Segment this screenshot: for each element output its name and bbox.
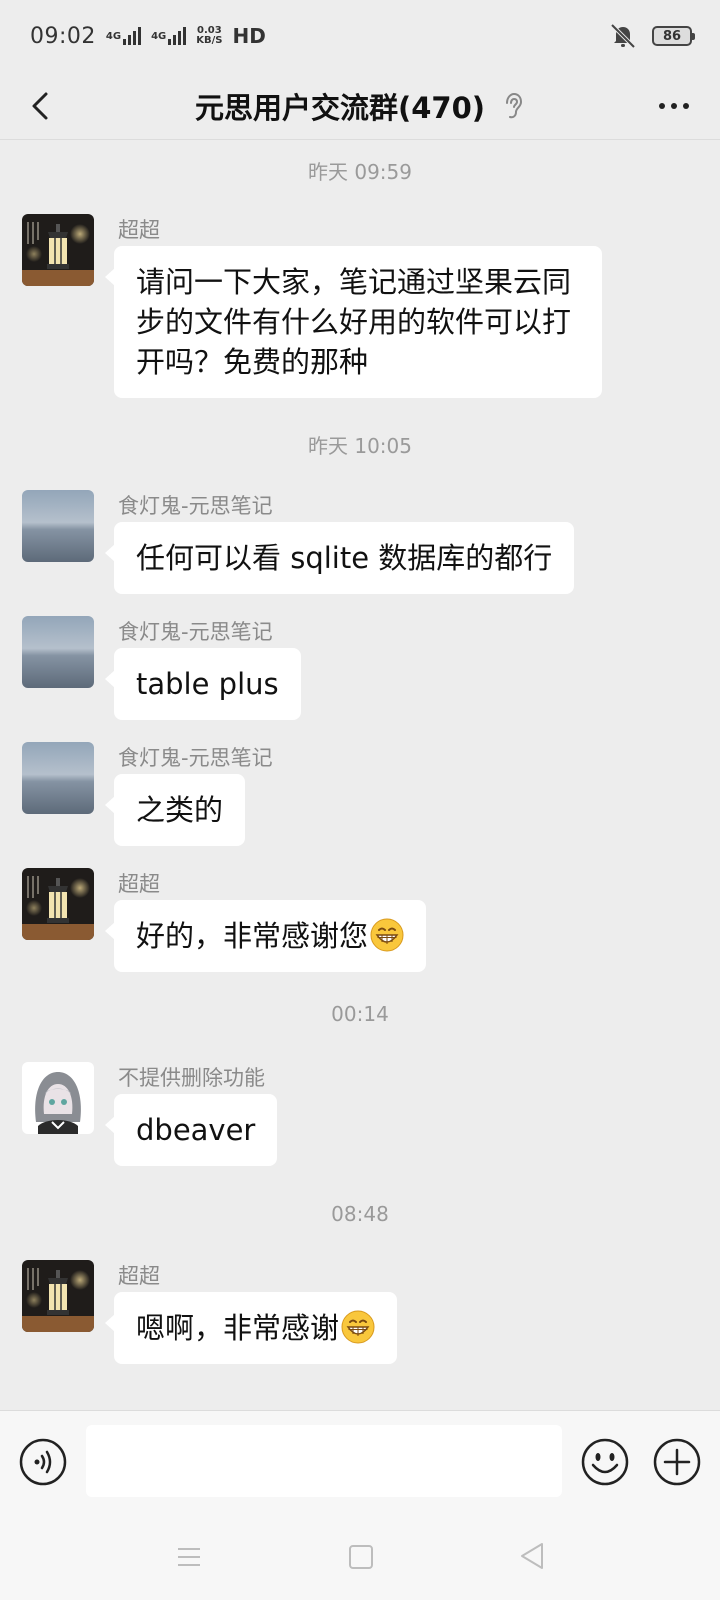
sender-name: 食灯鬼-元思笔记: [118, 494, 273, 518]
hd-label: HD: [232, 24, 266, 48]
message-text: table plus: [136, 667, 279, 701]
sender-name: 食灯鬼-元思笔记: [118, 620, 273, 644]
ear-icon: [506, 92, 523, 118]
battery-icon: 86: [652, 26, 695, 46]
timestamp: 昨天 10:05: [308, 434, 412, 458]
status-time: 09:02: [30, 23, 96, 49]
status-right: 86: [608, 21, 695, 51]
sender-name: 超超: [118, 218, 160, 242]
signal-label: 4G: [151, 30, 167, 42]
sea-avatar[interactable]: [22, 490, 94, 562]
message-bubble[interactable]: 嗯啊，非常感谢: [104, 1292, 398, 1364]
back-arrow-icon[interactable]: [22, 86, 62, 126]
group-title[interactable]: 元思用户交流群(470): [195, 85, 485, 127]
message-bubble[interactable]: 之类的: [104, 774, 246, 846]
sender-name: 不提供删除功能: [118, 1066, 265, 1090]
sender-name: 食灯鬼-元思笔记: [118, 746, 273, 770]
message-text: 嗯啊，非常感谢: [136, 1311, 340, 1345]
lantern-avatar[interactable]: [22, 1260, 94, 1332]
lantern-avatar[interactable]: [22, 868, 94, 940]
status-bar: 09:02 4G 4G 0.03 KB/S HD 86: [0, 0, 720, 72]
more-dots-icon[interactable]: [654, 86, 694, 126]
signal-icon: 4G: [151, 27, 187, 45]
timestamp: 08:48: [331, 1202, 389, 1226]
message-text: dbeaver: [136, 1113, 256, 1147]
message-bubble[interactable]: 任何可以看 sqlite 数据库的都行: [104, 522, 575, 594]
message-row: 超超 请问一下大家，笔记通过坚果云同步的文件有什么好用的软件可以打开吗？免费的那…: [22, 214, 682, 398]
message-row: 不提供删除功能 dbeaver: [22, 1062, 682, 1166]
sea-avatar[interactable]: [22, 742, 94, 814]
system-nav-bar: [0, 1516, 720, 1600]
message-text: 任何可以看 sqlite 数据库的都行: [136, 541, 553, 575]
title-wrap: 元思用户交流群(470): [195, 85, 525, 127]
emoji-icon[interactable]: [580, 1437, 630, 1487]
chat-screen: 09:02 4G 4G 0.03 KB/S HD 86 元思用户交流群(470)…: [0, 0, 720, 1600]
net-speed: 0.03 KB/S: [196, 26, 222, 46]
anime-avatar[interactable]: [22, 1062, 94, 1134]
menu-icon[interactable]: [174, 1542, 204, 1572]
message-list[interactable]: 昨天 09:59 超超 请问一下大家，笔记通过坚果云同步的文件有什么好用的软件可…: [0, 140, 720, 1410]
message-row: 食灯鬼-元思笔记 table plus: [22, 616, 682, 720]
back-triangle-icon[interactable]: [516, 1540, 548, 1572]
bell-muted-icon: [610, 23, 636, 49]
status-left: 09:02 4G 4G 0.03 KB/S HD: [30, 24, 266, 49]
message-row: 超超 好的，非常感谢您: [22, 868, 682, 972]
sender-name: 超超: [118, 872, 160, 896]
grin-emoji-icon: [341, 1310, 375, 1344]
grin-emoji-icon: [370, 918, 404, 952]
message-text: 之类的: [136, 793, 224, 827]
message-text: 好的，非常感谢您: [136, 919, 369, 953]
battery-level: 86: [662, 28, 682, 44]
voice-icon[interactable]: [18, 1437, 68, 1487]
message-bubble[interactable]: dbeaver: [104, 1094, 278, 1166]
message-bubble[interactable]: 请问一下大家，笔记通过坚果云同步的文件有什么好用的软件可以打开吗？免费的那种: [105, 246, 602, 398]
message-bubble[interactable]: table plus: [105, 648, 301, 720]
message-input[interactable]: [86, 1425, 562, 1497]
title-bar: 元思用户交流群(470): [0, 72, 720, 140]
plus-icon[interactable]: [652, 1437, 702, 1487]
message-row: 食灯鬼-元思笔记 任何可以看 sqlite 数据库的都行: [22, 490, 682, 594]
net-speed-unit: KB/S: [196, 35, 223, 46]
message-row: 超超 嗯啊，非常感谢: [22, 1260, 682, 1364]
sea-avatar[interactable]: [22, 616, 94, 688]
signal-label: 4G: [105, 30, 122, 42]
lantern-avatar[interactable]: [22, 214, 94, 286]
message-text: 请问一下大家，笔记通过坚果云同步的文件有什么好用的软件可以打开吗？免费的那种: [136, 265, 572, 379]
timestamp: 昨天 09:59: [308, 160, 412, 184]
message-bubble[interactable]: 好的，非常感谢您: [104, 900, 427, 972]
home-square-icon[interactable]: [346, 1542, 376, 1572]
timestamp: 00:14: [331, 1002, 389, 1026]
message-row: 食灯鬼-元思笔记 之类的: [22, 742, 682, 846]
input-bar: [0, 1410, 720, 1516]
signal-icon: 4G: [105, 27, 142, 45]
sender-name: 超超: [118, 1264, 160, 1288]
